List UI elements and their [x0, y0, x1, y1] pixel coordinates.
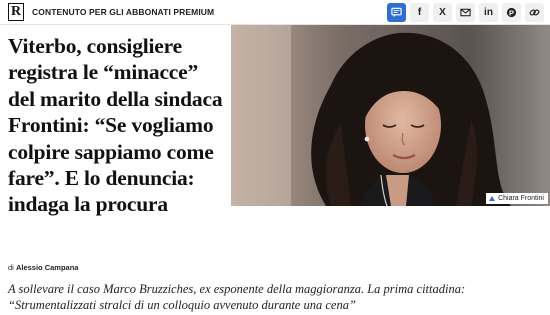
link-icon[interactable]	[525, 3, 544, 22]
pinterest-icon[interactable]: P	[502, 3, 521, 22]
mail-icon[interactable]	[456, 3, 475, 22]
article-headline: Viterbo, consigliere registra le “minacc…	[8, 34, 223, 217]
byline: di Alessio Campana	[8, 263, 78, 272]
article-photo[interactable]: Chiara Frontini	[231, 25, 550, 206]
facebook-icon[interactable]: f	[410, 3, 429, 22]
author-name[interactable]: Alessio Campana	[16, 263, 79, 272]
photo-caption-text: Chiara Frontini	[498, 195, 544, 202]
logo[interactable]: R	[8, 3, 24, 21]
share-toolbar: f X in P	[387, 3, 544, 22]
article-summary: A sollevare il caso Marco Bruzziches, ex…	[8, 282, 466, 312]
linkedin-icon[interactable]: in	[479, 3, 498, 22]
premium-label: CONTENUTO PER GLI ABBONATI PREMIUM	[32, 7, 215, 17]
caption-triangle-icon	[489, 196, 496, 201]
svg-text:P: P	[509, 8, 514, 17]
x-icon[interactable]: X	[433, 3, 452, 22]
top-bar: R CONTENUTO PER GLI ABBONATI PREMIUM f X…	[0, 0, 550, 25]
photo-caption: Chiara Frontini	[486, 193, 548, 204]
byline-prefix: di	[8, 263, 14, 272]
comment-icon[interactable]	[387, 3, 406, 22]
